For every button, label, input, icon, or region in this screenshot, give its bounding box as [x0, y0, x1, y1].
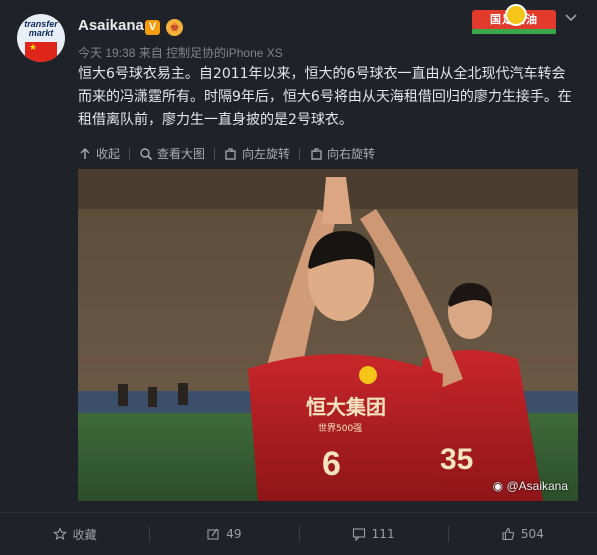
crowd-figure	[148, 387, 157, 407]
collapse-label: 收起	[96, 147, 121, 161]
football-icon	[505, 4, 527, 26]
star-icon	[52, 527, 67, 541]
post-from-label: 来自	[138, 46, 163, 60]
collapse-icon	[80, 147, 90, 159]
player-35-number: 35	[440, 443, 473, 476]
member-badge-icon: ♚	[166, 19, 183, 36]
divider	[214, 147, 216, 160]
photo-watermark: ◉ @Asaikana	[493, 479, 568, 493]
rotate-left-icon	[225, 147, 236, 160]
like-button[interactable]: 504	[447, 513, 597, 555]
divider	[299, 147, 301, 160]
avatar[interactable]: transfer markt ★	[17, 14, 65, 62]
weibo-logo-icon: ◉	[492, 479, 504, 493]
rotate-right-label: 向右旋转	[327, 147, 376, 161]
post-text: 恒大6号球衣易主。自2011年以来，恒大的6号球衣一直由从全北现代汽车转会而来的…	[78, 66, 572, 128]
rotate-right-icon	[311, 147, 322, 160]
view-large-button[interactable]: 查看大图	[139, 145, 205, 162]
favorite-label: 收藏	[72, 527, 97, 542]
club-crest	[359, 366, 377, 384]
like-count: 504	[520, 527, 544, 541]
china-flag-icon: ★	[25, 42, 57, 62]
card-badge: 国足加油	[472, 4, 556, 34]
post-time[interactable]: 今天 19:38	[78, 46, 135, 60]
repost-button[interactable]: 49	[149, 513, 298, 555]
grass-strip	[472, 29, 556, 34]
avatar-logo-text: transfer markt	[24, 19, 58, 38]
player-6-sponsor: 恒大集团	[306, 395, 386, 419]
image-actions-bar: 收起 查看大图 向左旋转 向右旋转	[78, 145, 375, 162]
comment-button[interactable]: 111	[298, 513, 448, 555]
post-photo[interactable]: 35 恒大集团 世界500强 6 ◉ @Asaikana	[78, 169, 578, 501]
chevron-down-icon[interactable]	[564, 11, 578, 25]
verified-badge-icon: V	[145, 20, 160, 35]
photo-scene: 35 恒大集团 世界500强 6	[78, 169, 578, 501]
comment-count: 111	[371, 527, 395, 541]
favorite-button[interactable]: 收藏	[0, 513, 149, 555]
rotate-right-button[interactable]: 向右旋转	[309, 145, 375, 162]
thumbs-up-icon	[502, 527, 515, 541]
username[interactable]: Asaikana	[78, 17, 144, 34]
divider	[129, 147, 131, 160]
comment-icon	[352, 528, 365, 541]
post-source[interactable]: 控制足协的iPhone XS	[166, 46, 283, 60]
player-6-number: 6	[322, 445, 341, 483]
post-footer: 收藏 49 111 504	[0, 513, 597, 555]
crowd-figure	[118, 384, 128, 406]
view-large-label: 查看大图	[157, 147, 206, 161]
player-6-sponsor-sub: 世界500强	[318, 422, 362, 434]
collapse-button[interactable]: 收起	[78, 145, 120, 162]
post-meta: 今天 19:38 来自 控制足协的iPhone XS	[78, 44, 283, 61]
repost-icon	[207, 528, 219, 540]
zoom-icon	[140, 147, 153, 160]
rotate-left-button[interactable]: 向左旋转	[224, 145, 290, 162]
repost-count: 49	[226, 527, 242, 541]
crowd-figure	[178, 383, 188, 405]
watermark-text: @Asaikana	[506, 479, 568, 493]
rotate-left-label: 向左旋转	[242, 147, 291, 161]
